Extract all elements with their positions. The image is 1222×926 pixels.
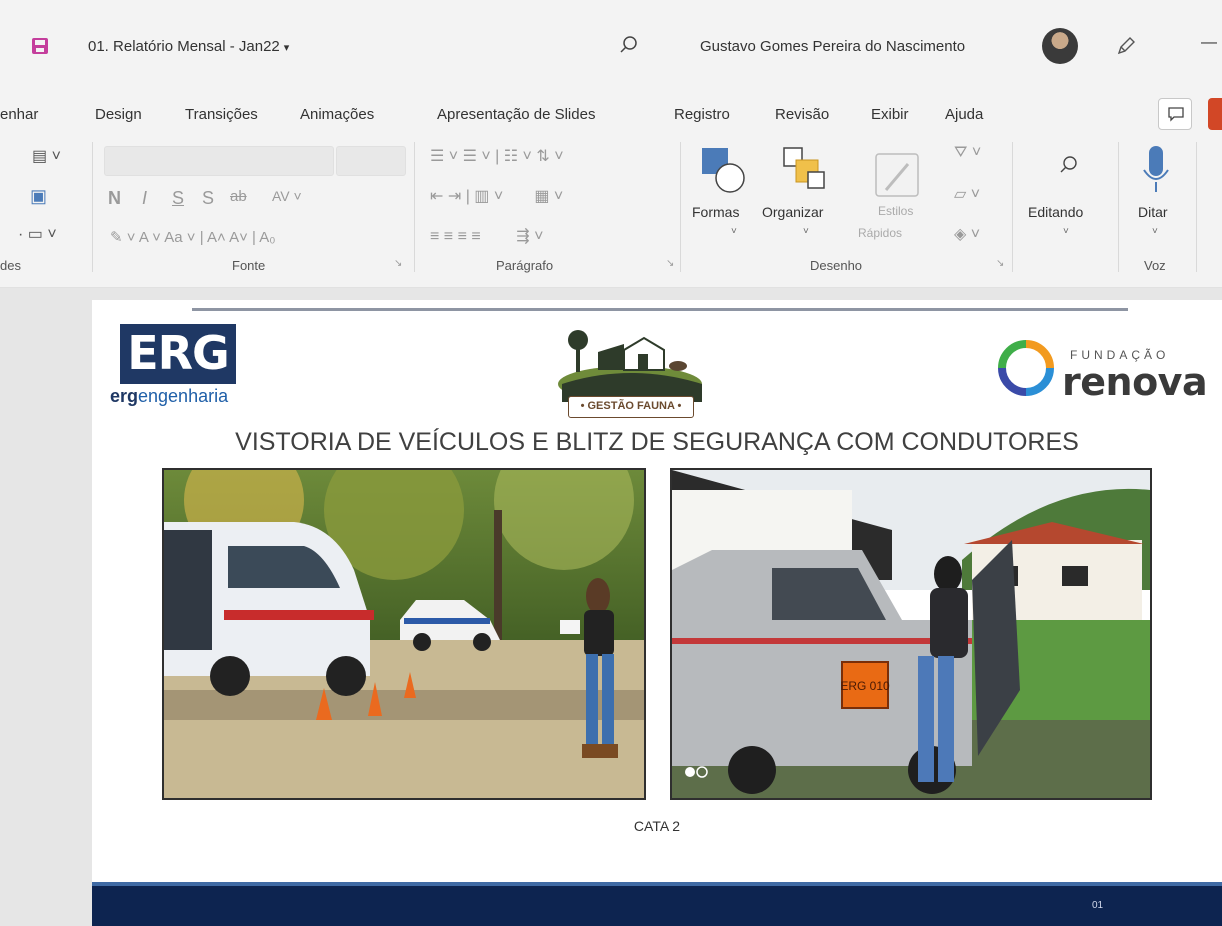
avatar[interactable] (1042, 28, 1078, 64)
vehicle-inspection-photo-right[interactable]: ERG 010 (670, 468, 1152, 800)
dictate-button[interactable]: Ditar (1138, 204, 1168, 220)
group-separator (680, 142, 681, 272)
group-separator (1118, 142, 1119, 272)
slide-caption[interactable]: CATA 2 (92, 818, 1222, 834)
group-label-drawing: Desenho (810, 258, 863, 273)
pen-icon[interactable] (1114, 34, 1138, 58)
user-name[interactable]: Gustavo Gomes Pereira do Nascimento (700, 38, 965, 55)
search-icon[interactable] (1058, 154, 1080, 176)
tab-animacoes[interactable]: Animações (300, 106, 374, 123)
ribbon: ▤ ˅ ▣ · ▭ ˅ des N I S S ab AV ˅ ✎ ˅ A ˅ … (0, 136, 1222, 288)
tab-desenhar[interactable]: enhar (0, 106, 38, 123)
indent-button[interactable]: ⇤ ⇥ | ▥ ˅ ▦ ˅ (430, 186, 563, 206)
font-size-field[interactable] (336, 146, 406, 176)
group-label-paragraph: Parágrafo (496, 258, 554, 273)
tab-registro[interactable]: Registro (674, 106, 730, 123)
slide-page-number: 01 (1092, 900, 1104, 911)
erg-sub-rest: engenharia (138, 386, 229, 406)
document-title-text: 01. Relatório Mensal - Jan22 (88, 38, 280, 55)
strikethrough-button[interactable]: ab (230, 188, 247, 205)
microphone-icon[interactable] (1140, 144, 1172, 196)
section-icon[interactable]: · ▭ ˅ (18, 224, 57, 244)
arrange-icon[interactable] (780, 144, 830, 198)
gestao-fauna-label: • GESTÃO FAUNA • (568, 396, 694, 418)
quick-styles-label-1: Estilos (878, 204, 914, 218)
italic-button[interactable]: I (142, 188, 147, 209)
highlight-button[interactable]: ✎ ˅ A ˅ Aa ˅ | A˄ A˅ | A₀ (110, 228, 275, 246)
group-separator (1196, 142, 1197, 272)
renova-logo-mark (998, 340, 1054, 396)
renova-logo-name: renova (1062, 360, 1208, 404)
group-label-voice: Voz (1144, 258, 1166, 273)
share-button[interactable] (1208, 98, 1222, 130)
erg-logo-subtitle: ergengenharia (110, 386, 228, 407)
fill-button[interactable]: ⛛ ˅ (954, 144, 981, 162)
underline-button[interactable]: S (172, 188, 184, 209)
font-name-field[interactable] (104, 146, 334, 176)
bullets-button[interactable]: ☰ ˅ ☰ ˅ | ☷ ˅ ⇅ ˅ (430, 146, 564, 166)
erg-sub-bold: erg (110, 386, 139, 406)
slide-title[interactable]: VISTORIA DE VEÍCULOS E BLITZ DE SEGURANÇ… (92, 428, 1222, 457)
chevron-down-icon: ˅ (1152, 226, 1158, 237)
tab-design[interactable]: Design (95, 106, 142, 123)
group-label-font: Fonte (232, 258, 266, 273)
group-separator (92, 142, 93, 272)
erg-logo: ERG (120, 324, 236, 384)
bold-button[interactable]: N (108, 188, 121, 209)
search-icon[interactable] (618, 34, 640, 56)
comments-button[interactable] (1158, 98, 1192, 130)
paragraph-dialog-launcher[interactable]: ↘ (666, 258, 674, 269)
tab-transicoes[interactable]: Transições (185, 106, 258, 123)
document-title[interactable]: 01. Relatório Mensal - Jan22 ▾ (88, 38, 289, 55)
quick-styles-icon[interactable] (872, 150, 924, 202)
tab-exibir[interactable]: Exibir (871, 106, 909, 123)
erg-logo-text: ERG (127, 326, 230, 380)
tab-ajuda[interactable]: Ajuda (945, 106, 983, 123)
arrange-button[interactable]: Organizar (762, 204, 823, 220)
shadow-button[interactable]: S (202, 188, 214, 209)
group-label-slides: des (0, 258, 21, 273)
minimize-button[interactable]: — (1196, 34, 1222, 58)
save-icon[interactable] (32, 38, 48, 54)
title-bar: 01. Relatório Mensal - Jan22 ▾ Gustavo Go… (0, 0, 1222, 96)
editing-button[interactable]: Editando (1028, 204, 1083, 220)
truck-plate-text: ERG 010 (840, 679, 890, 693)
layout-icon[interactable]: ▤ ˅ (32, 146, 61, 166)
chevron-down-icon: ˅ (731, 226, 737, 237)
slide[interactable]: ERG ergengenharia • GESTÃO FAUNA • FUNDA… (92, 300, 1222, 926)
tab-apresentacao[interactable]: Apresentação de Slides (437, 106, 595, 123)
shapes-button[interactable]: Formas (692, 204, 739, 220)
font-dialog-launcher[interactable]: ↘ (394, 258, 402, 269)
van-scene-illustration (164, 470, 644, 798)
chevron-down-icon: ▾ (283, 42, 290, 54)
quick-styles-label-2[interactable]: Rápidos (858, 226, 902, 240)
chevron-down-icon: ˅ (803, 226, 809, 237)
group-separator (414, 142, 415, 272)
group-separator (1012, 142, 1013, 272)
tab-revisao[interactable]: Revisão (775, 106, 829, 123)
spacing-button[interactable]: AV ˅ (272, 188, 302, 204)
drawing-dialog-launcher[interactable]: ↘ (996, 258, 1004, 269)
vehicle-inspection-photo-left[interactable] (162, 468, 646, 800)
slide-top-divider (192, 308, 1128, 311)
pickup-scene-illustration: ERG 010 (672, 470, 1150, 798)
chevron-down-icon: ˅ (1063, 226, 1069, 237)
reset-icon[interactable]: ▣ (30, 186, 47, 207)
ribbon-tabs: enhar Design Transições Animações Aprese… (0, 96, 1222, 136)
shapes-icon[interactable] (700, 146, 748, 196)
slide-footer-bar: 01 (92, 882, 1222, 926)
comment-icon (1168, 107, 1184, 122)
outline-button[interactable]: ▱ ˅ (954, 184, 980, 204)
effects-button[interactable]: ◈ ˅ (954, 224, 980, 244)
align-buttons[interactable]: ≡ ≡ ≡ ≡ ⇶ ˅ (430, 226, 543, 246)
